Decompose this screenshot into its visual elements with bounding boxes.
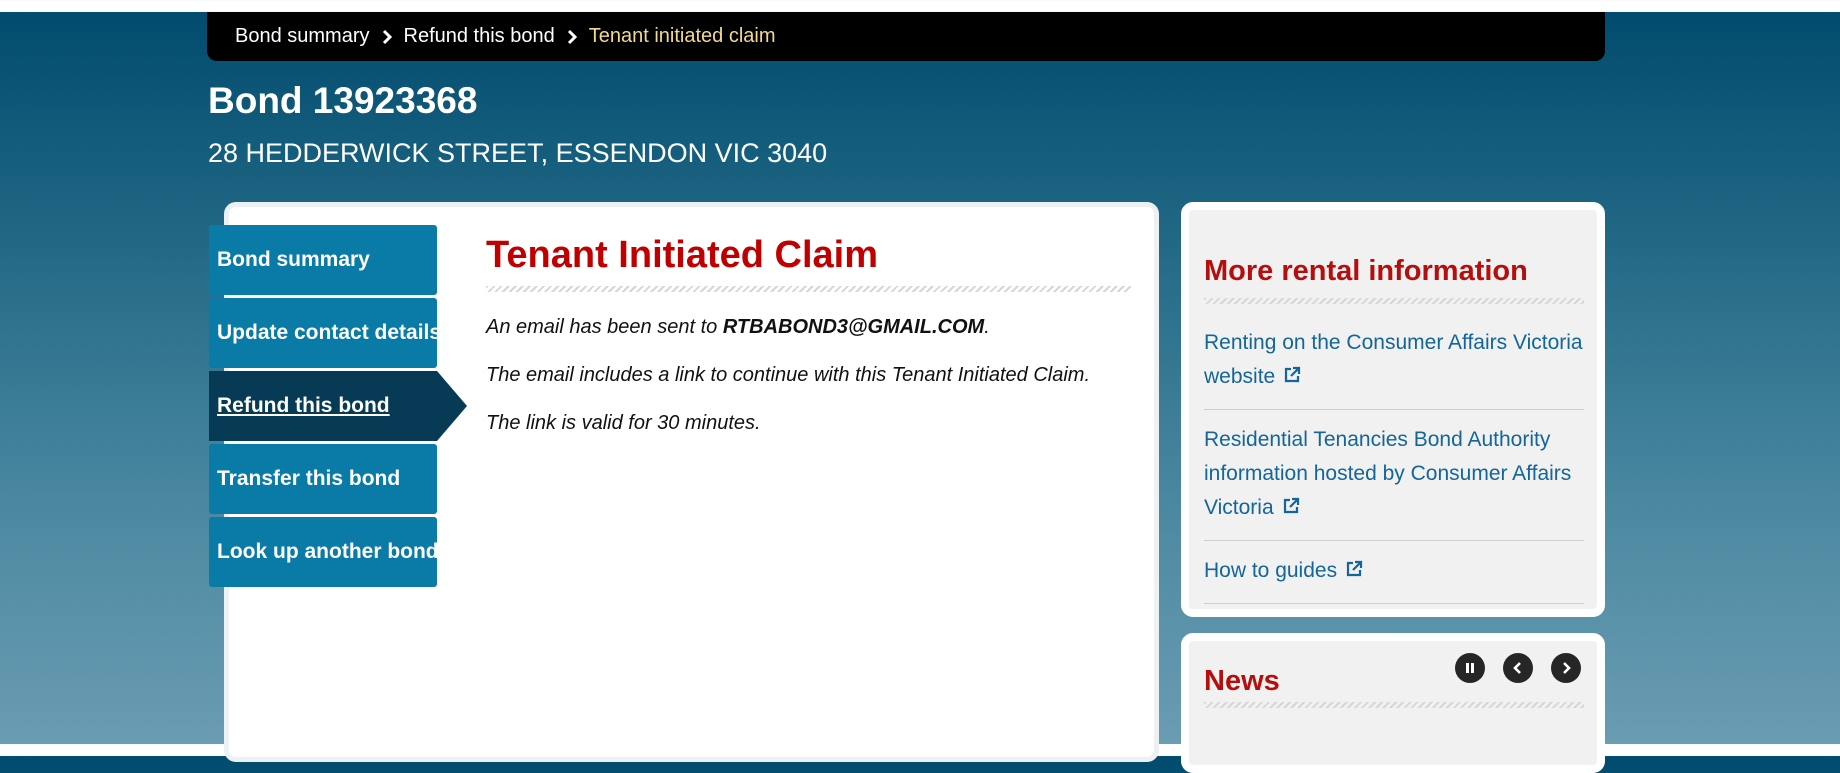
email-address: RTBABOND3@GMAIL.COM [722,316,985,338]
link-label: Residential Tenancies Bond Authority inf… [1204,428,1572,519]
chevron-right-icon [382,29,393,45]
sidebar-item-bond-summary[interactable]: Bond summary [209,225,437,295]
link-validity-message: The link is valid for 30 minutes. [486,412,761,434]
link-label: How to guides [1204,559,1338,582]
main-content: Tenant Initiated Claim An email has been… [486,230,1131,458]
chevron-right-icon[interactable] [1551,653,1581,683]
heading-divider [486,286,1131,292]
link-rtba-info[interactable]: Residential Tenancies Bond Authority inf… [1204,428,1571,519]
breadcrumb-bond-summary[interactable]: Bond summary [235,25,370,48]
link-how-to-guides[interactable]: How to guides [1204,559,1363,582]
breadcrumb: Bond summary Refund this bond Tenant ini… [207,12,1605,61]
sidebar-item-refund-this-bond[interactable]: Refund this bond [209,371,467,441]
news-controls [1437,653,1581,683]
list-item: Residential Tenancies Bond Authority inf… [1204,410,1584,541]
email-sent-message: An email has been sent to RTBABOND3@GMAI… [486,314,1131,340]
news-divider [1204,702,1584,708]
sidebar-nav: Bond summary Update contact details Refu… [209,225,467,590]
email-message-suffix: . [984,316,990,338]
news-heading: News [1204,665,1280,697]
sidebar-item-look-up-another-bond[interactable]: Look up another bond [209,517,439,587]
link-label: Renting on the Consumer Affairs Victoria… [1204,331,1583,388]
sidebar-item-transfer-this-bond[interactable]: Transfer this bond [209,444,437,514]
breadcrumb-refund-this-bond[interactable]: Refund this bond [404,25,555,48]
chevron-left-icon[interactable] [1503,653,1533,683]
news-box: News [1181,633,1605,773]
external-link-icon [1345,555,1363,589]
breadcrumb-current: Tenant initiated claim [588,25,776,47]
bond-address: 28 HEDDERWICK STREET, ESSENDON VIC 3040 [208,138,828,168]
email-link-message: The email includes a link to continue wi… [486,364,1091,386]
rental-info-heading: More rental information [1204,255,1528,287]
content-heading: Tenant Initiated Claim [486,234,879,276]
external-link-icon [1283,361,1301,395]
link-renting-cav[interactable]: Renting on the Consumer Affairs Victoria… [1204,331,1583,388]
rental-info-box: More rental information Renting on the C… [1181,202,1605,617]
chevron-right-icon [567,29,578,45]
page-title: Bond 13923368 [208,80,478,121]
list-item: How to guides [1204,541,1584,604]
email-message-prefix: An email has been sent to [486,316,723,338]
rental-info-divider [1204,298,1584,304]
sidebar-item-update-contact-details[interactable]: Update contact details [209,298,441,368]
pause-icon[interactable] [1455,653,1485,683]
list-item: Renting on the Consumer Affairs Victoria… [1204,326,1584,410]
rental-links: Renting on the Consumer Affairs Victoria… [1204,326,1584,604]
external-link-icon [1282,492,1300,526]
